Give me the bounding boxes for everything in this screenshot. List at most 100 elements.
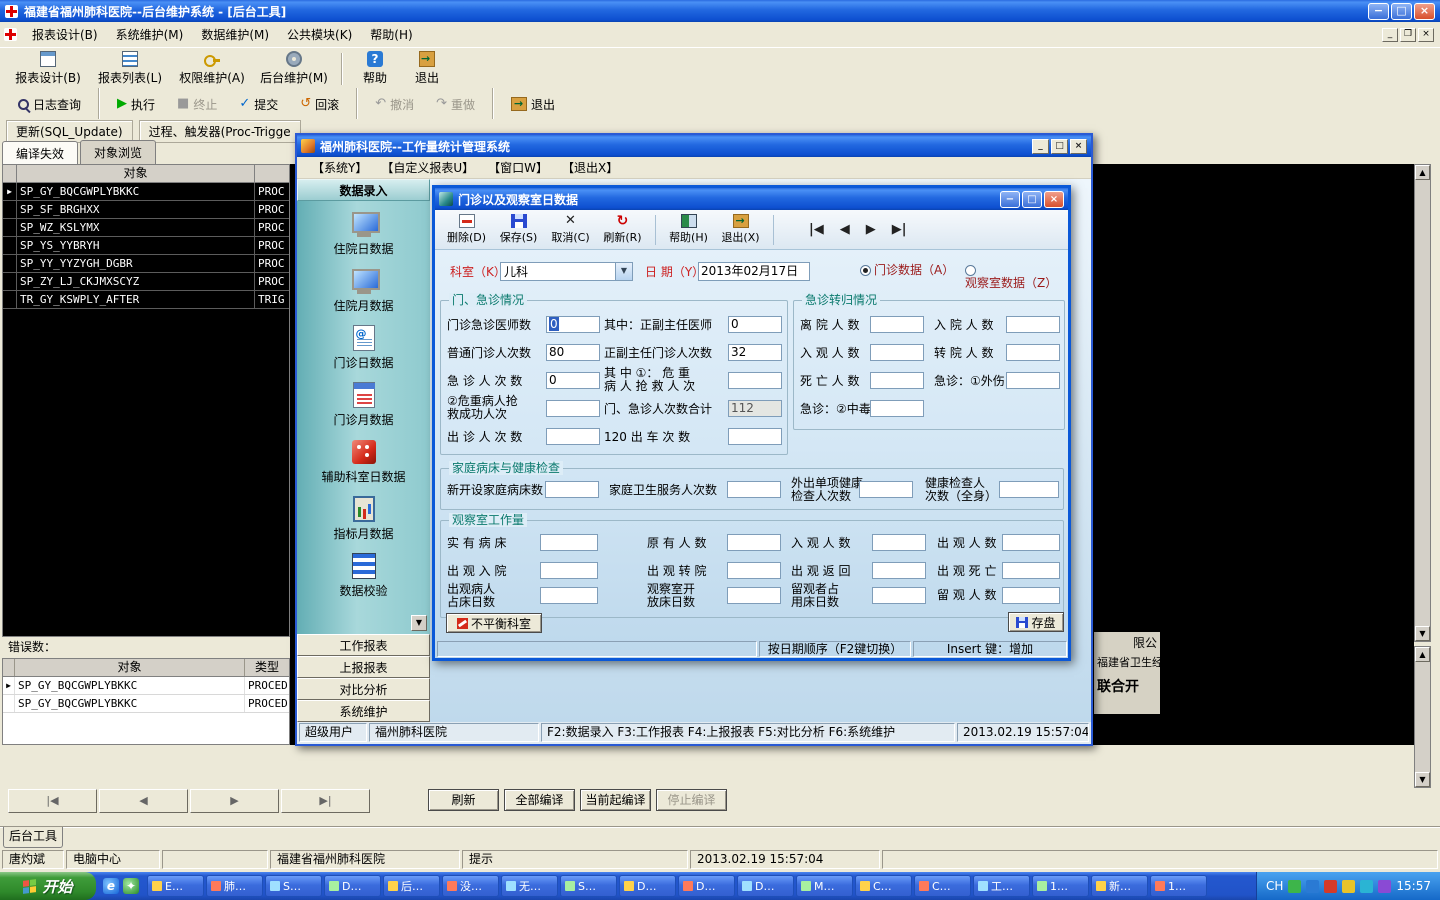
child-menu-exit[interactable]: 【退出X】: [555, 156, 625, 179]
scroll-up-icon[interactable]: ▲: [1415, 647, 1430, 662]
task-button[interactable]: M…: [796, 875, 853, 897]
sidebar-item-indicator-monthly[interactable]: 指标月数据: [297, 496, 430, 542]
field-input[interactable]: [870, 316, 924, 333]
menu-item-system-maint[interactable]: 系统维护(M): [107, 22, 193, 47]
radio-observation[interactable]: 观察室数据（Z）: [965, 264, 1068, 290]
redo-button[interactable]: ↷ 重做: [426, 92, 485, 116]
column-header-object[interactable]: 对象: [17, 165, 255, 182]
exit-button[interactable]: 退出: [402, 50, 452, 88]
field-input[interactable]: [727, 587, 781, 604]
field-input[interactable]: [728, 428, 782, 445]
field-input[interactable]: [1002, 562, 1060, 579]
sidebar-item-inpatient-monthly[interactable]: 住院月数据: [297, 268, 430, 314]
tray-app-icon[interactable]: [1378, 879, 1392, 893]
scroll-up-icon[interactable]: ▲: [1415, 165, 1430, 180]
sidebar-scroll-down-button[interactable]: ▼: [411, 615, 427, 631]
close-button[interactable]: ×: [1414, 2, 1435, 20]
field-input[interactable]: [540, 562, 598, 579]
table-row[interactable]: SP_YY_YYZYGH_DGBR PROC: [3, 255, 289, 273]
task-button[interactable]: 工…: [973, 875, 1030, 897]
field-input[interactable]: [546, 400, 600, 417]
task-button[interactable]: D…: [324, 875, 381, 897]
menu-item-data-maint[interactable]: 数据维护(M): [192, 22, 278, 47]
menu-item-help[interactable]: 帮助(H): [361, 22, 421, 47]
field-input[interactable]: [872, 534, 926, 551]
nav-last-button[interactable]: ▶|: [281, 789, 370, 813]
minimize-button[interactable]: −: [1368, 2, 1389, 20]
task-button[interactable]: 无…: [501, 875, 558, 897]
field-input[interactable]: [540, 534, 598, 551]
group-button-work-report[interactable]: 工作报表: [297, 634, 430, 656]
tab-compile-invalid[interactable]: 编译失效: [2, 141, 79, 165]
refresh-button[interactable]: 刷新: [428, 789, 499, 811]
field-input[interactable]: [545, 481, 599, 498]
date-field[interactable]: 2013年02月17日: [698, 262, 810, 281]
exit-button[interactable]: 退出(X): [717, 212, 764, 248]
radio-outpatient[interactable]: 门诊数据（A）: [860, 264, 954, 277]
commit-button[interactable]: ✓ 提交: [229, 92, 288, 116]
field-input[interactable]: [1006, 344, 1060, 361]
dialog-close-button[interactable]: ×: [1044, 190, 1064, 208]
exit-sql-button[interactable]: 退出: [501, 92, 565, 116]
group-button-compare-analysis[interactable]: 对比分析: [297, 678, 430, 700]
execute-button[interactable]: ▶ 执行: [107, 92, 165, 116]
task-button[interactable]: E…: [147, 875, 204, 897]
table-row[interactable]: SP_GY_BQCGWPLYBKKCPROCED: [3, 695, 289, 713]
field-input[interactable]: [870, 344, 924, 361]
vertical-scrollbar[interactable]: ▲ ▼: [1414, 646, 1431, 788]
field-input[interactable]: [859, 481, 913, 498]
sidebar-item-outpatient-monthly[interactable]: 门诊月数据: [297, 382, 430, 428]
field-input[interactable]: [872, 587, 926, 604]
scroll-down-icon[interactable]: ▼: [1415, 626, 1430, 641]
tray-volume-icon[interactable]: [1342, 879, 1356, 893]
nav-next-button[interactable]: ▶: [866, 222, 876, 237]
dept-select[interactable]: 儿科: [500, 262, 633, 281]
tab-object-browse[interactable]: 对象浏览: [80, 140, 157, 164]
maximize-button[interactable]: □: [1391, 2, 1412, 20]
mdi-restore-button[interactable]: ❐: [1400, 27, 1416, 42]
cancel-button[interactable]: 取消(C): [547, 212, 594, 248]
child-menu-system[interactable]: 【系统Y】: [305, 156, 374, 179]
task-button[interactable]: 新…: [1091, 875, 1148, 897]
task-button[interactable]: S…: [560, 875, 617, 897]
field-input[interactable]: [870, 372, 924, 389]
ie-browser-icon[interactable]: e: [103, 878, 119, 894]
tray-app-icon[interactable]: [1360, 879, 1374, 893]
nav-prev-button[interactable]: ◀: [99, 789, 188, 813]
field-input[interactable]: [1002, 534, 1060, 551]
scroll-down-icon[interactable]: ▼: [1415, 772, 1430, 787]
tray-app-icon[interactable]: [1324, 879, 1338, 893]
child-maximize-button[interactable]: □: [1051, 138, 1068, 154]
field-input[interactable]: 0: [546, 316, 600, 333]
bottom-tab-backend-tools[interactable]: 后台工具: [3, 827, 63, 848]
field-input[interactable]: [870, 400, 924, 417]
field-input[interactable]: [727, 534, 781, 551]
menu-item-common-module[interactable]: 公共模块(K): [278, 22, 361, 47]
log-query-button[interactable]: 日志查询: [8, 92, 91, 116]
field-input[interactable]: [727, 562, 781, 579]
dialog-maximize-button[interactable]: □: [1022, 190, 1042, 208]
save-disk-button[interactable]: 存盘: [1008, 612, 1064, 632]
permission-maint-button[interactable]: 权限维护(A): [172, 50, 252, 88]
sidebar-header-data-entry[interactable]: 数据录入: [297, 179, 430, 201]
task-button[interactable]: 后…: [383, 875, 440, 897]
field-input[interactable]: [1006, 316, 1060, 333]
field-input[interactable]: [728, 372, 782, 389]
help-button[interactable]: 帮助: [350, 50, 400, 88]
save-button[interactable]: 保存(S): [495, 212, 542, 248]
mdi-minimize-button[interactable]: _: [1382, 27, 1398, 42]
mdi-close-button[interactable]: ×: [1418, 27, 1434, 42]
nav-prev-button[interactable]: ◀: [840, 222, 850, 237]
language-indicator[interactable]: CH: [1266, 879, 1283, 893]
vertical-scrollbar[interactable]: ▲ ▼: [1414, 164, 1431, 642]
field-input[interactable]: [540, 587, 598, 604]
field-input[interactable]: [727, 481, 781, 498]
table-row[interactable]: SP_YS_YYBRYH PROC: [3, 237, 289, 255]
nav-first-button[interactable]: |◀: [8, 789, 97, 813]
field-input[interactable]: 0: [546, 372, 600, 389]
sidebar-item-inpatient-daily[interactable]: 住院日数据: [297, 211, 430, 257]
nav-first-button[interactable]: |◀: [809, 222, 824, 237]
compile-all-button[interactable]: 全部编译: [504, 789, 575, 811]
task-button[interactable]: C…: [914, 875, 971, 897]
chevron-down-icon[interactable]: [615, 263, 632, 280]
